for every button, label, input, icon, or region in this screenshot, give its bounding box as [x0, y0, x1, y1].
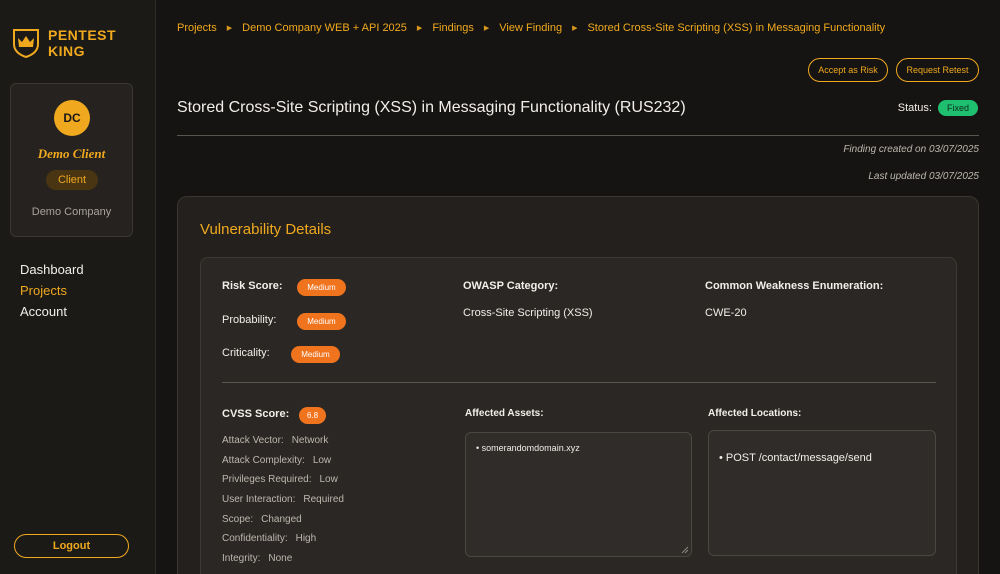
affected-assets-label: Affected Assets:: [465, 408, 544, 419]
profile-card: DC Demo Client Client Demo Company: [10, 83, 133, 237]
status: Status: Fixed: [898, 100, 978, 116]
status-label: Status:: [897, 102, 932, 114]
cvss-attack-complexity: Attack Complexity: Low: [222, 455, 332, 466]
profile-name: Demo Client: [37, 146, 106, 161]
probability-badge: Medium: [297, 313, 346, 330]
cvss-badge: 6.8: [299, 407, 326, 424]
sidebar-nav: Dashboard Projects Account: [20, 259, 84, 322]
updated-date: Last updated 03/07/2025: [868, 171, 979, 182]
cwe-value: CWE-20: [705, 307, 747, 319]
chevron-right-icon: ▶: [416, 25, 423, 32]
section-heading: Vulnerability Details: [200, 221, 332, 238]
chevron-right-icon: ▶: [572, 25, 578, 32]
nav-projects[interactable]: Projects: [20, 280, 84, 301]
vulnerability-details-card: Vulnerability Details Risk Score: Medium…: [177, 196, 979, 574]
logout-button[interactable]: Logout: [14, 534, 129, 558]
breadcrumb-current[interactable]: Stored Cross-Site Scripting (XSS) in Mes…: [587, 22, 885, 34]
risk-score-label: Risk Score:: [222, 280, 283, 292]
crown-shield-icon: [13, 29, 39, 59]
chevron-right-icon: ▶: [483, 25, 490, 32]
risk-score-badge: Medium: [297, 279, 346, 296]
breadcrumb-project[interactable]: Demo Company WEB + API 2025: [242, 22, 407, 34]
probability-label: Probability:: [222, 314, 277, 326]
cwe-label: Common Weakness Enumeration:: [705, 280, 884, 292]
page-title: Stored Cross-Site Scripting (XSS) in Mes…: [177, 99, 686, 116]
nav-dashboard[interactable]: Dashboard: [20, 259, 84, 280]
affected-locations-label: Affected Locations:: [708, 408, 802, 419]
details-panel: Risk Score: Medium Probability: Medium C…: [200, 257, 957, 574]
asset-item: • somerandomdomain.xyz: [476, 443, 580, 453]
avatar: DC: [54, 100, 90, 136]
breadcrumb-view-finding[interactable]: View Finding: [499, 22, 562, 34]
criticality-badge: Medium: [291, 346, 340, 363]
breadcrumb-projects[interactable]: Projects: [177, 22, 217, 34]
brand-logo[interactable]: PENTEST KING: [10, 27, 116, 59]
accept-risk-button[interactable]: Accept as Risk: [808, 58, 888, 82]
cvss-user-interaction: User Interaction: Required: [222, 494, 344, 505]
breadcrumb-findings[interactable]: Findings: [432, 22, 474, 34]
request-retest-button[interactable]: Request Retest: [896, 58, 979, 82]
affected-locations-box: • POST /contact/message/send: [708, 430, 936, 556]
role-badge: Client: [46, 170, 98, 190]
section-divider: [222, 382, 936, 383]
sidebar: PENTEST KING DC Demo Client Client Demo …: [0, 0, 156, 574]
location-item: • POST /contact/message/send: [719, 452, 872, 464]
chevron-right-icon: ▶: [226, 25, 233, 32]
cvss-attack-vector: Attack Vector: Network: [222, 435, 329, 446]
company-name: Demo Company: [31, 206, 112, 218]
cvss-privileges-required: Privileges Required: Low: [222, 474, 338, 485]
cvss-confidentiality: Confidentiality: High: [222, 533, 317, 544]
affected-assets-box[interactable]: • somerandomdomain.xyz: [465, 432, 692, 557]
owasp-value: Cross-Site Scripting (XSS): [463, 307, 593, 319]
created-date: Finding created on 03/07/2025: [843, 144, 979, 155]
nav-account[interactable]: Account: [20, 301, 84, 322]
cvss-label: CVSS Score:: [222, 408, 290, 420]
title-divider: [177, 135, 979, 136]
status-badge: Fixed: [937, 100, 978, 116]
breadcrumb: Projects ▶ Demo Company WEB + API 2025 ▶…: [177, 22, 885, 34]
owasp-label: OWASP Category:: [463, 280, 559, 292]
resize-handle-icon[interactable]: [681, 546, 689, 554]
cvss-integrity: Integrity: None: [222, 553, 293, 564]
brand-name: PENTEST KING: [48, 27, 117, 59]
cvss-scope: Scope: Changed: [222, 514, 302, 525]
criticality-label: Criticality:: [222, 347, 270, 359]
